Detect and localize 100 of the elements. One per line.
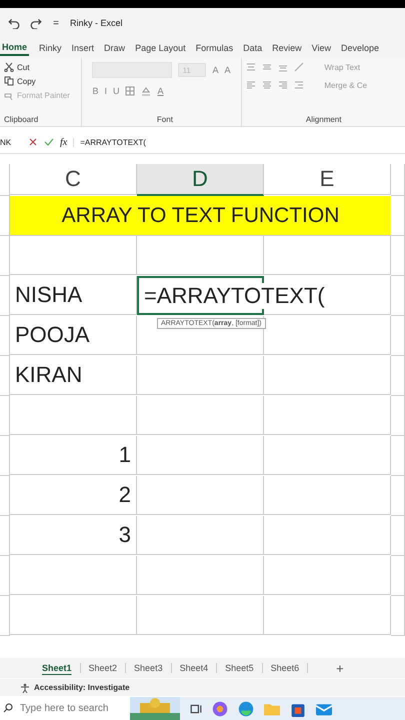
title-banner: ARRAY TO TEXT FUNCTION: [10, 196, 391, 236]
column-header[interactable]: E: [264, 164, 391, 195]
grid-cell[interactable]: [137, 476, 264, 515]
name-box[interactable]: NK: [0, 138, 22, 146]
column-header[interactable]: C: [10, 164, 137, 195]
grid-cell[interactable]: [0, 356, 10, 396]
sheet-tab[interactable]: Sheet3: [126, 663, 172, 673]
group-label: Alignment: [304, 115, 342, 126]
align-middle-icon: [262, 62, 272, 72]
column-header[interactable]: D: [137, 164, 264, 196]
align-left-icon: [246, 80, 256, 90]
grid-cell[interactable]: [0, 316, 10, 356]
grid-cell[interactable]: [264, 476, 391, 515]
ribbon-tab[interactable]: Draw: [102, 41, 134, 55]
clipboard-button[interactable]: Cut: [4, 62, 78, 72]
cancel-icon: [28, 137, 38, 147]
grid-cell[interactable]: [391, 436, 405, 476]
indent-icon: [294, 80, 304, 90]
ribbon-tab[interactable]: View: [310, 41, 340, 55]
grid-cell[interactable]: [10, 596, 137, 635]
window-title: Rinky - Excel: [70, 18, 123, 28]
scissors-icon: [4, 62, 14, 72]
add-sheet-button[interactable]: +: [330, 660, 350, 676]
accessibility-status[interactable]: Accessibility: Investigate: [34, 683, 130, 692]
column-header[interactable]: [391, 164, 405, 196]
accessibility-icon: [20, 682, 30, 692]
grid-cell[interactable]: [264, 316, 391, 355]
cell-formula[interactable]: =ARRAYTOTEXT(: [144, 282, 325, 308]
grid-cell[interactable]: [264, 436, 391, 475]
sheet-tab[interactable]: Sheet2: [80, 663, 126, 673]
grid-cell[interactable]: [391, 476, 405, 516]
ribbon-tab[interactable]: Rinky: [37, 41, 70, 55]
grid-cell[interactable]: [137, 356, 264, 395]
sheet-tab[interactable]: Sheet4: [172, 663, 218, 673]
grid-cell[interactable]: [137, 436, 264, 475]
grid-cell[interactable]: [264, 396, 391, 435]
grid-cell[interactable]: [391, 276, 405, 316]
grid-cell[interactable]: [137, 596, 264, 635]
grid-cell[interactable]: KIRAN: [10, 356, 137, 395]
borders-icon: [125, 86, 136, 96]
grid-cell[interactable]: [391, 396, 405, 436]
grid-cell[interactable]: [391, 196, 405, 236]
grid-cell[interactable]: [391, 236, 405, 276]
grid-cell[interactable]: [264, 236, 391, 275]
formula-field[interactable]: =ARRAYTOTEXT(: [73, 138, 146, 146]
ribbon-tab[interactable]: Data: [241, 41, 270, 55]
fill-color-icon: [141, 86, 152, 96]
redo-icon: [30, 17, 42, 29]
grid-cell[interactable]: [137, 316, 264, 355]
grid-cell[interactable]: [137, 516, 264, 555]
sheet-tab[interactable]: Sheet1: [34, 663, 81, 673]
grid-cell[interactable]: [391, 316, 405, 356]
ribbon-tab[interactable]: Review: [270, 41, 310, 55]
ribbon-tab[interactable]: Formulas: [194, 41, 242, 55]
orientation-icon: [294, 62, 304, 72]
taskbar-search-field[interactable]: Type here to search: [16, 697, 130, 720]
grid-cell[interactable]: [264, 596, 391, 635]
grid-cell[interactable]: [264, 356, 391, 395]
grid-cell[interactable]: [0, 276, 10, 316]
grid-cell[interactable]: [10, 396, 137, 435]
grid-cell[interactable]: [137, 236, 264, 275]
grid-cell[interactable]: 3: [10, 516, 137, 555]
grid-cell[interactable]: [391, 556, 405, 596]
ribbon-tab[interactable]: Page Layout: [133, 41, 194, 55]
copilot-icon: [212, 700, 228, 716]
grid-cell[interactable]: [0, 556, 10, 596]
align-right-icon: [278, 80, 288, 90]
grid-cell[interactable]: [391, 356, 405, 396]
copy-icon: [4, 76, 14, 86]
sheet-tab[interactable]: Sheet6: [262, 663, 308, 673]
grid-cell[interactable]: [137, 396, 264, 435]
grid-cell[interactable]: POOJA: [10, 316, 137, 355]
grid-cell[interactable]: [10, 236, 137, 275]
grid-cell[interactable]: [137, 556, 264, 595]
check-icon: [44, 137, 54, 147]
grid-cell[interactable]: [0, 476, 10, 516]
ribbon-tab[interactable]: Develope: [339, 41, 388, 55]
grid-cell[interactable]: [264, 556, 391, 595]
sheet-tab[interactable]: Sheet5: [217, 663, 263, 673]
grid-cell[interactable]: 2: [10, 476, 137, 515]
clipboard-button[interactable]: Copy: [4, 76, 78, 86]
grid-cell[interactable]: [0, 516, 10, 556]
ribbon-tab[interactable]: Home: [0, 40, 30, 56]
group-label: Clipboard: [4, 115, 40, 126]
grid-cell[interactable]: [391, 516, 405, 556]
group-label: Font: [156, 115, 174, 126]
task-view-icon: [190, 702, 202, 714]
insert-function-button[interactable]: fx: [60, 136, 68, 148]
grid-cell[interactable]: 1: [10, 436, 137, 475]
grid-cell[interactable]: [0, 396, 10, 436]
undo-icon: [8, 17, 20, 29]
grid-cell[interactable]: [0, 236, 10, 276]
grid-cell[interactable]: [264, 516, 391, 555]
grid-cell[interactable]: [10, 556, 137, 595]
grid-cell[interactable]: [0, 436, 10, 476]
customize-icon: [52, 19, 60, 27]
grid-cell[interactable]: [0, 596, 10, 636]
grid-cell[interactable]: [391, 596, 405, 636]
ribbon-tab[interactable]: Insert: [70, 41, 102, 55]
grid-cell[interactable]: NISHA: [10, 276, 137, 315]
